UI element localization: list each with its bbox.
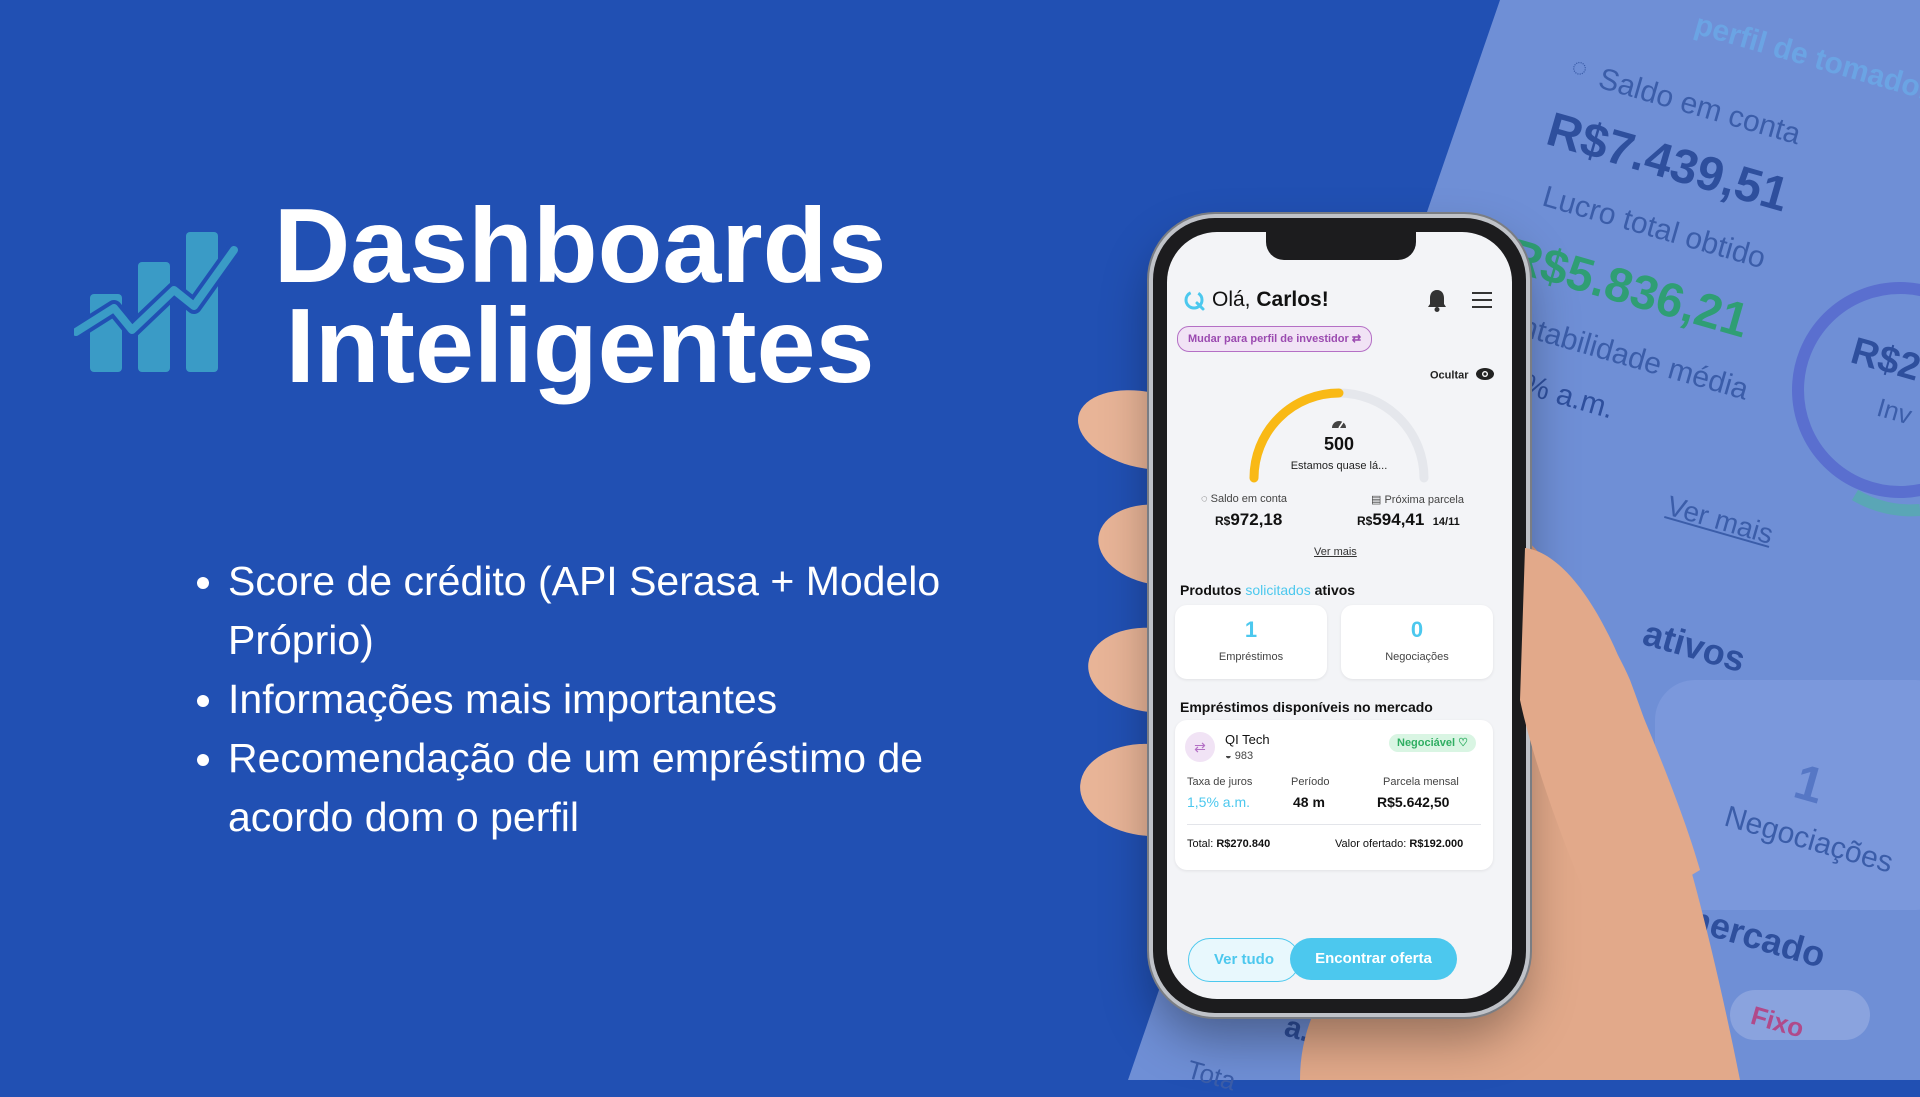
negociacoes-count: 0 bbox=[1410, 617, 1424, 642]
loan-offer-card[interactable]: ⇄ QI Tech ◒ 983 Negociável ♡ Taxa de jur… bbox=[1175, 720, 1493, 870]
ofertado-value: R$192.000 bbox=[1409, 838, 1464, 850]
greeting-prefix: Olá, bbox=[1212, 288, 1257, 311]
emprestimos-count: 1 bbox=[1244, 617, 1258, 642]
switch-profile-button[interactable]: Mudar para perfil de investidor ⇄ bbox=[1177, 326, 1373, 352]
parcela-label-row: ▤ Próxima parcela bbox=[1371, 493, 1464, 506]
periodo-label: Período bbox=[1291, 776, 1330, 788]
parcela-date: 14/11 bbox=[1432, 516, 1460, 528]
taxa-label: Taxa de juros bbox=[1187, 776, 1253, 788]
handshake-icon: ♡ bbox=[1458, 737, 1469, 749]
saldo-label-row: ◌ Saldo em conta bbox=[1201, 493, 1287, 505]
saldo-currency: R$ bbox=[1215, 514, 1231, 528]
score-message: Estamos quase lá... bbox=[1290, 460, 1388, 472]
negociacoes-label: Negociações bbox=[1385, 651, 1449, 663]
parcela-mensal-value: R$5.642,50 bbox=[1377, 794, 1450, 810]
bell-icon[interactable] bbox=[1426, 288, 1448, 312]
piggy-bank-icon: ◌ bbox=[1201, 493, 1208, 505]
offer-divider bbox=[1187, 824, 1481, 825]
negociavel-label: Negociável bbox=[1397, 737, 1456, 749]
produtos-title-c: ativos bbox=[1310, 582, 1356, 598]
phone-mockup: Olá, Carlos! Mudar para perfil de invest… bbox=[1153, 218, 1526, 1013]
eye-icon bbox=[1475, 368, 1494, 383]
saldo-value-row: R$972,18 bbox=[1215, 510, 1282, 530]
hide-label: Ocultar bbox=[1430, 369, 1469, 382]
lender-score: 983 bbox=[1234, 750, 1254, 762]
produtos-title-b: solicitados bbox=[1245, 582, 1311, 598]
emprestimos-card[interactable]: 1 Empréstimos bbox=[1175, 605, 1327, 679]
hand-illustration bbox=[1078, 390, 1740, 1080]
total-label: Total: bbox=[1187, 838, 1217, 850]
phone-notch bbox=[1266, 232, 1416, 260]
speedometer-icon bbox=[1330, 416, 1348, 430]
ofertado-row: Valor ofertado: R$192.000 bbox=[1335, 838, 1463, 850]
lender-score-row: ◒ 983 bbox=[1225, 750, 1253, 762]
total-row: Total: R$270.840 bbox=[1187, 838, 1270, 850]
switch-profile-label: Mudar para perfil de investidor bbox=[1188, 333, 1349, 345]
negociacoes-card[interactable]: 0 Negociações bbox=[1341, 605, 1493, 679]
lender-avatar: ⇄ bbox=[1185, 732, 1215, 762]
ver-tudo-button[interactable]: Ver tudo bbox=[1188, 938, 1300, 982]
parcela-currency: R$ bbox=[1357, 514, 1373, 528]
saldo-value: 972,18 bbox=[1230, 510, 1283, 529]
switch-profile-icon: ⇄ bbox=[1351, 333, 1362, 345]
periodo-value: 48 m bbox=[1293, 794, 1325, 810]
total-value: R$270.840 bbox=[1216, 838, 1271, 850]
parcela-value-row: R$594,41 14/11 bbox=[1357, 510, 1460, 530]
user-name: Carlos! bbox=[1256, 288, 1329, 311]
produtos-title-a: Produtos bbox=[1180, 582, 1246, 598]
speedometer-icon: ◒ bbox=[1225, 750, 1232, 762]
score-value: 500 bbox=[1323, 434, 1355, 454]
parcela-mensal-label: Parcela mensal bbox=[1383, 776, 1459, 788]
greeting: Olá, Carlos! bbox=[1212, 288, 1329, 312]
mercado-title: Empréstimos disponíveis no mercado bbox=[1180, 699, 1433, 715]
calendar-icon: ▤ bbox=[1371, 494, 1382, 506]
encontrar-oferta-button[interactable]: Encontrar oferta bbox=[1290, 938, 1457, 980]
app-screen: Olá, Carlos! Mudar para perfil de invest… bbox=[1167, 232, 1512, 999]
lender-name: QI Tech bbox=[1225, 732, 1270, 747]
parcela-value: 594,41 bbox=[1372, 510, 1425, 529]
ofertado-label: Valor ofertado: bbox=[1335, 838, 1410, 850]
parcela-label: Próxima parcela bbox=[1384, 494, 1464, 506]
menu-icon[interactable] bbox=[1472, 292, 1492, 308]
app-logo-icon bbox=[1182, 288, 1206, 312]
produtos-title: Produtos solicitados ativos bbox=[1180, 582, 1355, 598]
hide-toggle[interactable]: Ocultar bbox=[1430, 368, 1494, 383]
taxa-value: 1,5% a.m. bbox=[1187, 794, 1251, 810]
negociavel-badge: Negociável ♡ bbox=[1389, 734, 1477, 752]
ver-mais-link[interactable]: Ver mais bbox=[1314, 546, 1357, 558]
emprestimos-label: Empréstimos bbox=[1218, 651, 1284, 663]
saldo-label: Saldo em conta bbox=[1210, 493, 1288, 505]
